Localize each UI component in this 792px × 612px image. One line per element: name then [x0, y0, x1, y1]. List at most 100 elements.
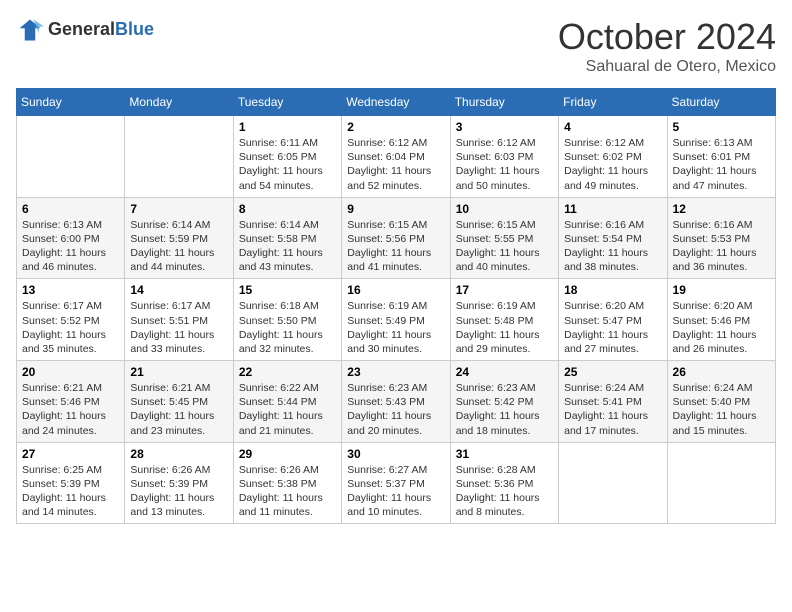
day-number: 2: [347, 120, 444, 134]
day-number: 31: [456, 447, 553, 461]
day-number: 12: [673, 202, 770, 216]
weekday-header-row: SundayMondayTuesdayWednesdayThursdayFrid…: [17, 89, 776, 116]
calendar-table: SundayMondayTuesdayWednesdayThursdayFrid…: [16, 88, 776, 524]
calendar-cell: 31 Sunrise: 6:28 AM Sunset: 5:36 PM Dayli…: [450, 442, 558, 524]
calendar-cell: 19Sunrise: 6:20 AM Sunset: 5:46 PM Dayli…: [667, 279, 775, 361]
calendar-cell: 6 Sunrise: 6:13 AM Sunset: 6:00 PM Daylig…: [17, 197, 125, 279]
day-info: Sunrise: 6:16 AM Sunset: 5:54 PM Dayligh…: [564, 218, 661, 275]
weekday-header-monday: Monday: [125, 89, 233, 116]
calendar-cell: 9Sunrise: 6:15 AM Sunset: 5:56 PM Daylig…: [342, 197, 450, 279]
page-header: GeneralBlue October 2024 Sahuaral de Ote…: [16, 16, 776, 76]
day-info: Sunrise: 6:27 AM Sunset: 5:37 PM Dayligh…: [347, 463, 444, 520]
day-info: Sunrise: 6:28 AM Sunset: 5:36 PM Dayligh…: [456, 463, 553, 520]
day-number: 29: [239, 447, 336, 461]
calendar-cell: 16 Sunrise: 6:19 AM Sunset: 5:49 PM Dayli…: [342, 279, 450, 361]
calendar-cell: 13 Sunrise: 6:17 AM Sunset: 5:52 PM Dayli…: [17, 279, 125, 361]
calendar-cell: 22 Sunrise: 6:22 AM Sunset: 5:44 PM Dayli…: [233, 361, 341, 443]
day-info: Sunrise: 6:12 AM Sunset: 6:02 PM Dayligh…: [564, 136, 661, 193]
day-info: Sunrise: 6:12 AM Sunset: 6:03 PM Dayligh…: [456, 136, 553, 193]
day-number: 6: [22, 202, 119, 216]
calendar-cell: 8 Sunrise: 6:14 AM Sunset: 5:58 PM Daylig…: [233, 197, 341, 279]
day-info: Sunrise: 6:22 AM Sunset: 5:44 PM Dayligh…: [239, 381, 336, 438]
day-info: Sunrise: 6:11 AM Sunset: 6:05 PM Dayligh…: [239, 136, 336, 193]
day-info: Sunrise: 6:26 AM Sunset: 5:38 PM Dayligh…: [239, 463, 336, 520]
day-info: Sunrise: 6:17 AM Sunset: 5:52 PM Dayligh…: [22, 299, 119, 356]
calendar-cell: 7 Sunrise: 6:14 AM Sunset: 5:59 PM Daylig…: [125, 197, 233, 279]
calendar-cell: 23 Sunrise: 6:23 AM Sunset: 5:43 PM Dayli…: [342, 361, 450, 443]
day-info: Sunrise: 6:19 AM Sunset: 5:48 PM Dayligh…: [456, 299, 553, 356]
day-number: 17: [456, 283, 553, 297]
day-number: 23: [347, 365, 444, 379]
day-info: Sunrise: 6:19 AM Sunset: 5:49 PM Dayligh…: [347, 299, 444, 356]
day-number: 22: [239, 365, 336, 379]
calendar-week-row: 20Sunrise: 6:21 AM Sunset: 5:46 PM Dayli…: [17, 361, 776, 443]
day-number: 30: [347, 447, 444, 461]
logo-icon: [16, 16, 44, 44]
day-info: Sunrise: 6:26 AM Sunset: 5:39 PM Dayligh…: [130, 463, 227, 520]
day-number: 19: [673, 283, 770, 297]
title-block: October 2024 Sahuaral de Otero, Mexico: [558, 16, 776, 76]
day-number: 7: [130, 202, 227, 216]
day-info: Sunrise: 6:15 AM Sunset: 5:56 PM Dayligh…: [347, 218, 444, 275]
calendar-cell: 20Sunrise: 6:21 AM Sunset: 5:46 PM Dayli…: [17, 361, 125, 443]
calendar-cell: 24 Sunrise: 6:23 AM Sunset: 5:42 PM Dayli…: [450, 361, 558, 443]
day-number: 3: [456, 120, 553, 134]
day-info: Sunrise: 6:12 AM Sunset: 6:04 PM Dayligh…: [347, 136, 444, 193]
day-number: 14: [130, 283, 227, 297]
day-number: 15: [239, 283, 336, 297]
day-info: Sunrise: 6:20 AM Sunset: 5:47 PM Dayligh…: [564, 299, 661, 356]
calendar-week-row: 6 Sunrise: 6:13 AM Sunset: 6:00 PM Daylig…: [17, 197, 776, 279]
day-info: Sunrise: 6:21 AM Sunset: 5:45 PM Dayligh…: [130, 381, 227, 438]
weekday-header-wednesday: Wednesday: [342, 89, 450, 116]
calendar-cell: 17 Sunrise: 6:19 AM Sunset: 5:48 PM Dayli…: [450, 279, 558, 361]
calendar-cell: 15Sunrise: 6:18 AM Sunset: 5:50 PM Dayli…: [233, 279, 341, 361]
calendar-cell: 14 Sunrise: 6:17 AM Sunset: 5:51 PM Dayli…: [125, 279, 233, 361]
calendar-week-row: 13 Sunrise: 6:17 AM Sunset: 5:52 PM Dayli…: [17, 279, 776, 361]
calendar-cell: 12 Sunrise: 6:16 AM Sunset: 5:53 PM Dayli…: [667, 197, 775, 279]
calendar-cell: [125, 116, 233, 198]
day-info: Sunrise: 6:16 AM Sunset: 5:53 PM Dayligh…: [673, 218, 770, 275]
calendar-week-row: 27Sunrise: 6:25 AM Sunset: 5:39 PM Dayli…: [17, 442, 776, 524]
calendar-cell: 25Sunrise: 6:24 AM Sunset: 5:41 PM Dayli…: [559, 361, 667, 443]
day-number: 18: [564, 283, 661, 297]
weekday-header-thursday: Thursday: [450, 89, 558, 116]
day-info: Sunrise: 6:21 AM Sunset: 5:46 PM Dayligh…: [22, 381, 119, 438]
day-info: Sunrise: 6:23 AM Sunset: 5:43 PM Dayligh…: [347, 381, 444, 438]
day-info: Sunrise: 6:25 AM Sunset: 5:39 PM Dayligh…: [22, 463, 119, 520]
calendar-cell: 10Sunrise: 6:15 AM Sunset: 5:55 PM Dayli…: [450, 197, 558, 279]
day-number: 4: [564, 120, 661, 134]
day-number: 26: [673, 365, 770, 379]
calendar-cell: 21 Sunrise: 6:21 AM Sunset: 5:45 PM Dayli…: [125, 361, 233, 443]
calendar-cell: 2 Sunrise: 6:12 AM Sunset: 6:04 PM Daylig…: [342, 116, 450, 198]
day-info: Sunrise: 6:23 AM Sunset: 5:42 PM Dayligh…: [456, 381, 553, 438]
logo: GeneralBlue: [16, 16, 154, 44]
calendar-cell: 30 Sunrise: 6:27 AM Sunset: 5:37 PM Dayli…: [342, 442, 450, 524]
calendar-cell: 29 Sunrise: 6:26 AM Sunset: 5:38 PM Dayli…: [233, 442, 341, 524]
day-number: 28: [130, 447, 227, 461]
day-number: 13: [22, 283, 119, 297]
day-number: 21: [130, 365, 227, 379]
location-title: Sahuaral de Otero, Mexico: [558, 58, 776, 76]
calendar-cell: [667, 442, 775, 524]
day-number: 8: [239, 202, 336, 216]
day-info: Sunrise: 6:17 AM Sunset: 5:51 PM Dayligh…: [130, 299, 227, 356]
calendar-cell: 27Sunrise: 6:25 AM Sunset: 5:39 PM Dayli…: [17, 442, 125, 524]
day-number: 11: [564, 202, 661, 216]
day-info: Sunrise: 6:14 AM Sunset: 5:59 PM Dayligh…: [130, 218, 227, 275]
calendar-week-row: 1 Sunrise: 6:11 AM Sunset: 6:05 PM Daylig…: [17, 116, 776, 198]
day-info: Sunrise: 6:13 AM Sunset: 6:00 PM Dayligh…: [22, 218, 119, 275]
day-number: 25: [564, 365, 661, 379]
day-info: Sunrise: 6:14 AM Sunset: 5:58 PM Dayligh…: [239, 218, 336, 275]
day-number: 1: [239, 120, 336, 134]
day-number: 24: [456, 365, 553, 379]
day-info: Sunrise: 6:15 AM Sunset: 5:55 PM Dayligh…: [456, 218, 553, 275]
calendar-cell: [17, 116, 125, 198]
logo-general-text: GeneralBlue: [48, 20, 154, 40]
day-number: 5: [673, 120, 770, 134]
day-info: Sunrise: 6:13 AM Sunset: 6:01 PM Dayligh…: [673, 136, 770, 193]
day-number: 16: [347, 283, 444, 297]
calendar-cell: 18 Sunrise: 6:20 AM Sunset: 5:47 PM Dayli…: [559, 279, 667, 361]
weekday-header-sunday: Sunday: [17, 89, 125, 116]
weekday-header-tuesday: Tuesday: [233, 89, 341, 116]
calendar-cell: [559, 442, 667, 524]
